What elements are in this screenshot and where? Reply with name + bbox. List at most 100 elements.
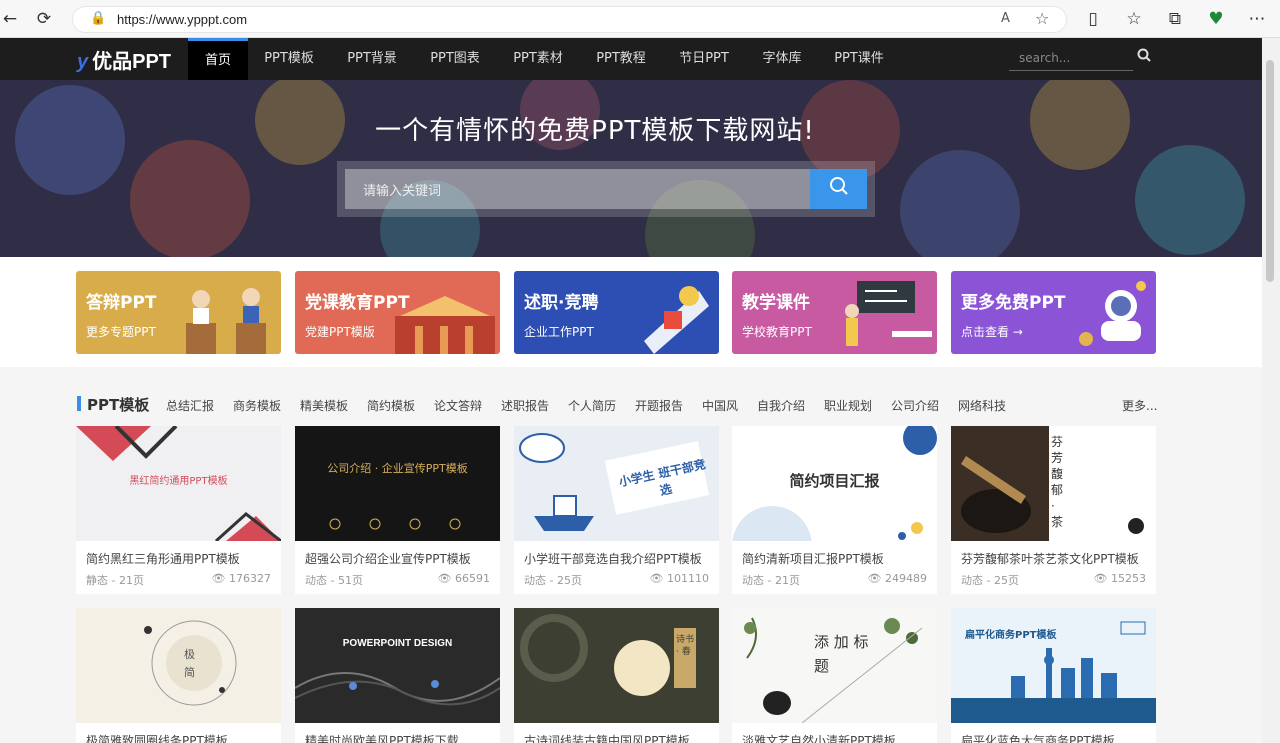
nav-item-ppt-charts[interactable]: PPT图表 [420,38,490,80]
banner-more-free-ppt[interactable]: 更多免费PPT 点击查看 → [951,271,1156,354]
template-thumbnail[interactable]: 诗书 · 春 [514,608,719,723]
template-thumbnail[interactable]: 黑红简约通用PPT模板 [76,426,281,541]
refresh-icon[interactable]: ⟳ [34,9,54,29]
read-aloud-icon[interactable]: A [1001,11,1010,26]
website: y 优品PPT 首页 PPT模板 PPT背景 PPT图表 PPT素材 PPT教程 … [0,38,1262,743]
section-title: PPT模板 [87,396,150,414]
tag-opening-report[interactable]: 开题报告 [635,397,683,414]
nav-search-input[interactable]: search... [1009,47,1133,71]
tag-simple[interactable]: 简约模板 [367,397,415,414]
template-thumbnail[interactable]: 简约项目汇报 [732,426,937,541]
template-title[interactable]: 扁平化蓝色大气商务PPT模板 [961,732,1115,743]
template-thumbnail[interactable]: 扁平化商务PPT模板 [951,608,1156,723]
tag-chinese-style[interactable]: 中国风 [702,397,738,414]
search-icon [829,177,848,195]
template-views: 👁 66591 [437,572,490,585]
eye-icon: 👁 [649,572,667,585]
nav-item-ppt-tutorials[interactable]: PPT教程 [586,38,656,80]
tag-company-intro[interactable]: 公司介绍 [891,397,939,414]
back-icon[interactable]: ← [0,9,20,29]
banner-defense-ppt[interactable]: 答辩PPT 更多专题PPT [76,271,281,354]
template-title[interactable]: 简约清新项目汇报PPT模板 [742,550,884,567]
template-thumbnail[interactable]: 添 加 标 题 [732,608,937,723]
eye-icon: 👁 [1093,572,1111,585]
tag-summary-report[interactable]: 总结汇报 [166,397,214,414]
tag-job-report[interactable]: 述职报告 [501,397,549,414]
tag-career-plan[interactable]: 职业规划 [824,397,872,414]
collections-icon[interactable]: ⧉ [1165,9,1185,29]
extension-icon[interactable]: ♥ [1206,9,1226,29]
template-views: 👁 176327 [211,572,271,585]
template-views: 👁 249489 [867,572,927,585]
template-card[interactable]: 小学生 班干部竞选 小学班干部竞选自我介绍PPT模板 动态 - 25页 👁 10… [514,426,719,594]
eye-icon: 👁 [211,572,229,585]
favorites-icon[interactable]: ☆ [1124,9,1144,29]
url-text: https://www.ypppt.com [117,12,248,27]
template-card[interactable]: 公司介绍 · 企业宣传PPT模板 超强公司介绍企业宣传PPT模板 动态 - 51… [295,426,500,594]
template-meta: 动态 - 51页 [305,574,363,587]
banner-job-report-ppt[interactable]: 述职·竞聘 企业工作PPT [514,271,719,354]
address-bar[interactable]: 🔒 https://www.ypppt.com A ☆ [72,6,1067,33]
more-link[interactable]: 更多... [1122,397,1157,414]
more-icon[interactable]: ⋯ [1247,9,1267,29]
nav-item-ppt-materials[interactable]: PPT素材 [503,38,573,80]
nav-item-ppt-backgrounds[interactable]: PPT背景 [337,38,407,80]
hero-banner: 一个有情怀的免费PPT模板下载网站! 请输入关键词 [0,80,1262,257]
template-card[interactable]: 诗书 · 春 古诗词线装古籍中国风PPT模板 [514,608,719,743]
hero-search-button[interactable] [810,169,867,209]
template-card[interactable]: 扁平化商务PPT模板 扁平化蓝色大气商务PPT模板 [951,608,1156,743]
hero-search-input[interactable]: 请输入关键词 [345,169,810,209]
banner-teaching-courseware[interactable]: 教学课件 学校教育PPT [732,271,937,354]
template-title[interactable]: 小学班干部竞选自我介绍PPT模板 [524,550,702,567]
nav-item-holiday-ppt[interactable]: 节日PPT [669,38,739,80]
template-thumbnail[interactable]: 公司介绍 · 企业宣传PPT模板 [295,426,500,541]
template-title[interactable]: 芬芳馥郁茶叶茶艺茶文化PPT模板 [961,550,1139,567]
template-card[interactable]: 添 加 标 题 淡雅文艺自然小清新PPT模板 [732,608,937,743]
lock-icon: 🔒 [90,11,107,26]
tag-thesis-defense[interactable]: 论文答辩 [434,397,482,414]
tag-tech[interactable]: 网络科技 [958,397,1006,414]
template-title[interactable]: 淡雅文艺自然小清新PPT模板 [742,732,896,743]
nav-item-ppt-templates[interactable]: PPT模板 [254,38,324,80]
section-marker [77,396,81,411]
nav-item-fonts[interactable]: 字体库 [752,38,812,80]
template-thumbnail[interactable]: 极 简 [76,608,281,723]
template-card[interactable]: 简约项目汇报 简约清新项目汇报PPT模板 动态 - 21页 👁 249489 [732,426,937,594]
site-logo[interactable]: y 优品PPT [77,45,171,74]
hero-title: 一个有情怀的免费PPT模板下载网站! [375,116,815,146]
template-card[interactable]: 极 简 极简雅致圆圈线条PPT模板 [76,608,281,743]
template-views: 👁 15253 [1093,572,1146,585]
template-title[interactable]: 简约黑红三角形通用PPT模板 [86,550,240,567]
tag-self-intro[interactable]: 自我介绍 [757,397,805,414]
nav-item-ppt-courseware[interactable]: PPT课件 [825,38,893,80]
template-meta: 动态 - 25页 [961,574,1019,587]
template-thumbnail[interactable]: 小学生 班干部竞选 [514,426,719,541]
top-nav: y 优品PPT 首页 PPT模板 PPT背景 PPT图表 PPT素材 PPT教程 … [0,38,1262,80]
tag-resume[interactable]: 个人简历 [568,397,616,414]
template-thumbnail[interactable]: POWERPOINT DESIGN [295,608,500,723]
topic-banners: 答辩PPT 更多专题PPT 党课教育PPT 党建PPT模版 述职·竞聘 企业工作… [0,257,1262,367]
nav-item-home[interactable]: 首页 [188,38,248,80]
template-card[interactable]: POWERPOINT DESIGN 精美时尚欧美风PPT模板下载 [295,608,500,743]
ppt-template-section: PPT模板 总结汇报 商务模板 精美模板 简约模板 论文答辩 述职报告 个人简历… [0,367,1262,743]
template-title[interactable]: 精美时尚欧美风PPT模板下载 [305,732,459,743]
template-meta: 动态 - 21页 [742,574,800,587]
search-icon[interactable] [1137,48,1151,66]
browser-toolbar: ← ⟳ 🔒 https://www.ypppt.com A ☆ ▯ ☆ ⧉ ♥ … [0,0,1280,38]
tag-exquisite[interactable]: 精美模板 [300,397,348,414]
template-thumbnail[interactable]: 芬芳馥郁 · 茶 [951,426,1156,541]
template-title[interactable]: 极简雅致圆圈线条PPT模板 [86,732,228,743]
favorite-icon[interactable]: ☆ [1035,9,1049,28]
scrollbar-thumb[interactable] [1266,60,1274,282]
eye-icon: 👁 [437,572,455,585]
template-views: 👁 101110 [649,572,709,585]
template-meta: 静态 - 21页 [86,574,144,587]
template-title[interactable]: 古诗词线装古籍中国风PPT模板 [524,732,690,743]
banner-party-course-ppt[interactable]: 党课教育PPT 党建PPT模版 [295,271,500,354]
tag-business[interactable]: 商务模板 [233,397,281,414]
template-card[interactable]: 黑红简约通用PPT模板 简约黑红三角形通用PPT模板 静态 - 21页 👁 17… [76,426,281,594]
template-card[interactable]: 芬芳馥郁 · 茶 芬芳馥郁茶叶茶艺茶文化PPT模板 动态 - 25页 👁 152… [951,426,1156,594]
template-title[interactable]: 超强公司介绍企业宣传PPT模板 [305,550,471,567]
eye-icon: 👁 [867,572,885,585]
split-icon[interactable]: ▯ [1083,9,1103,29]
